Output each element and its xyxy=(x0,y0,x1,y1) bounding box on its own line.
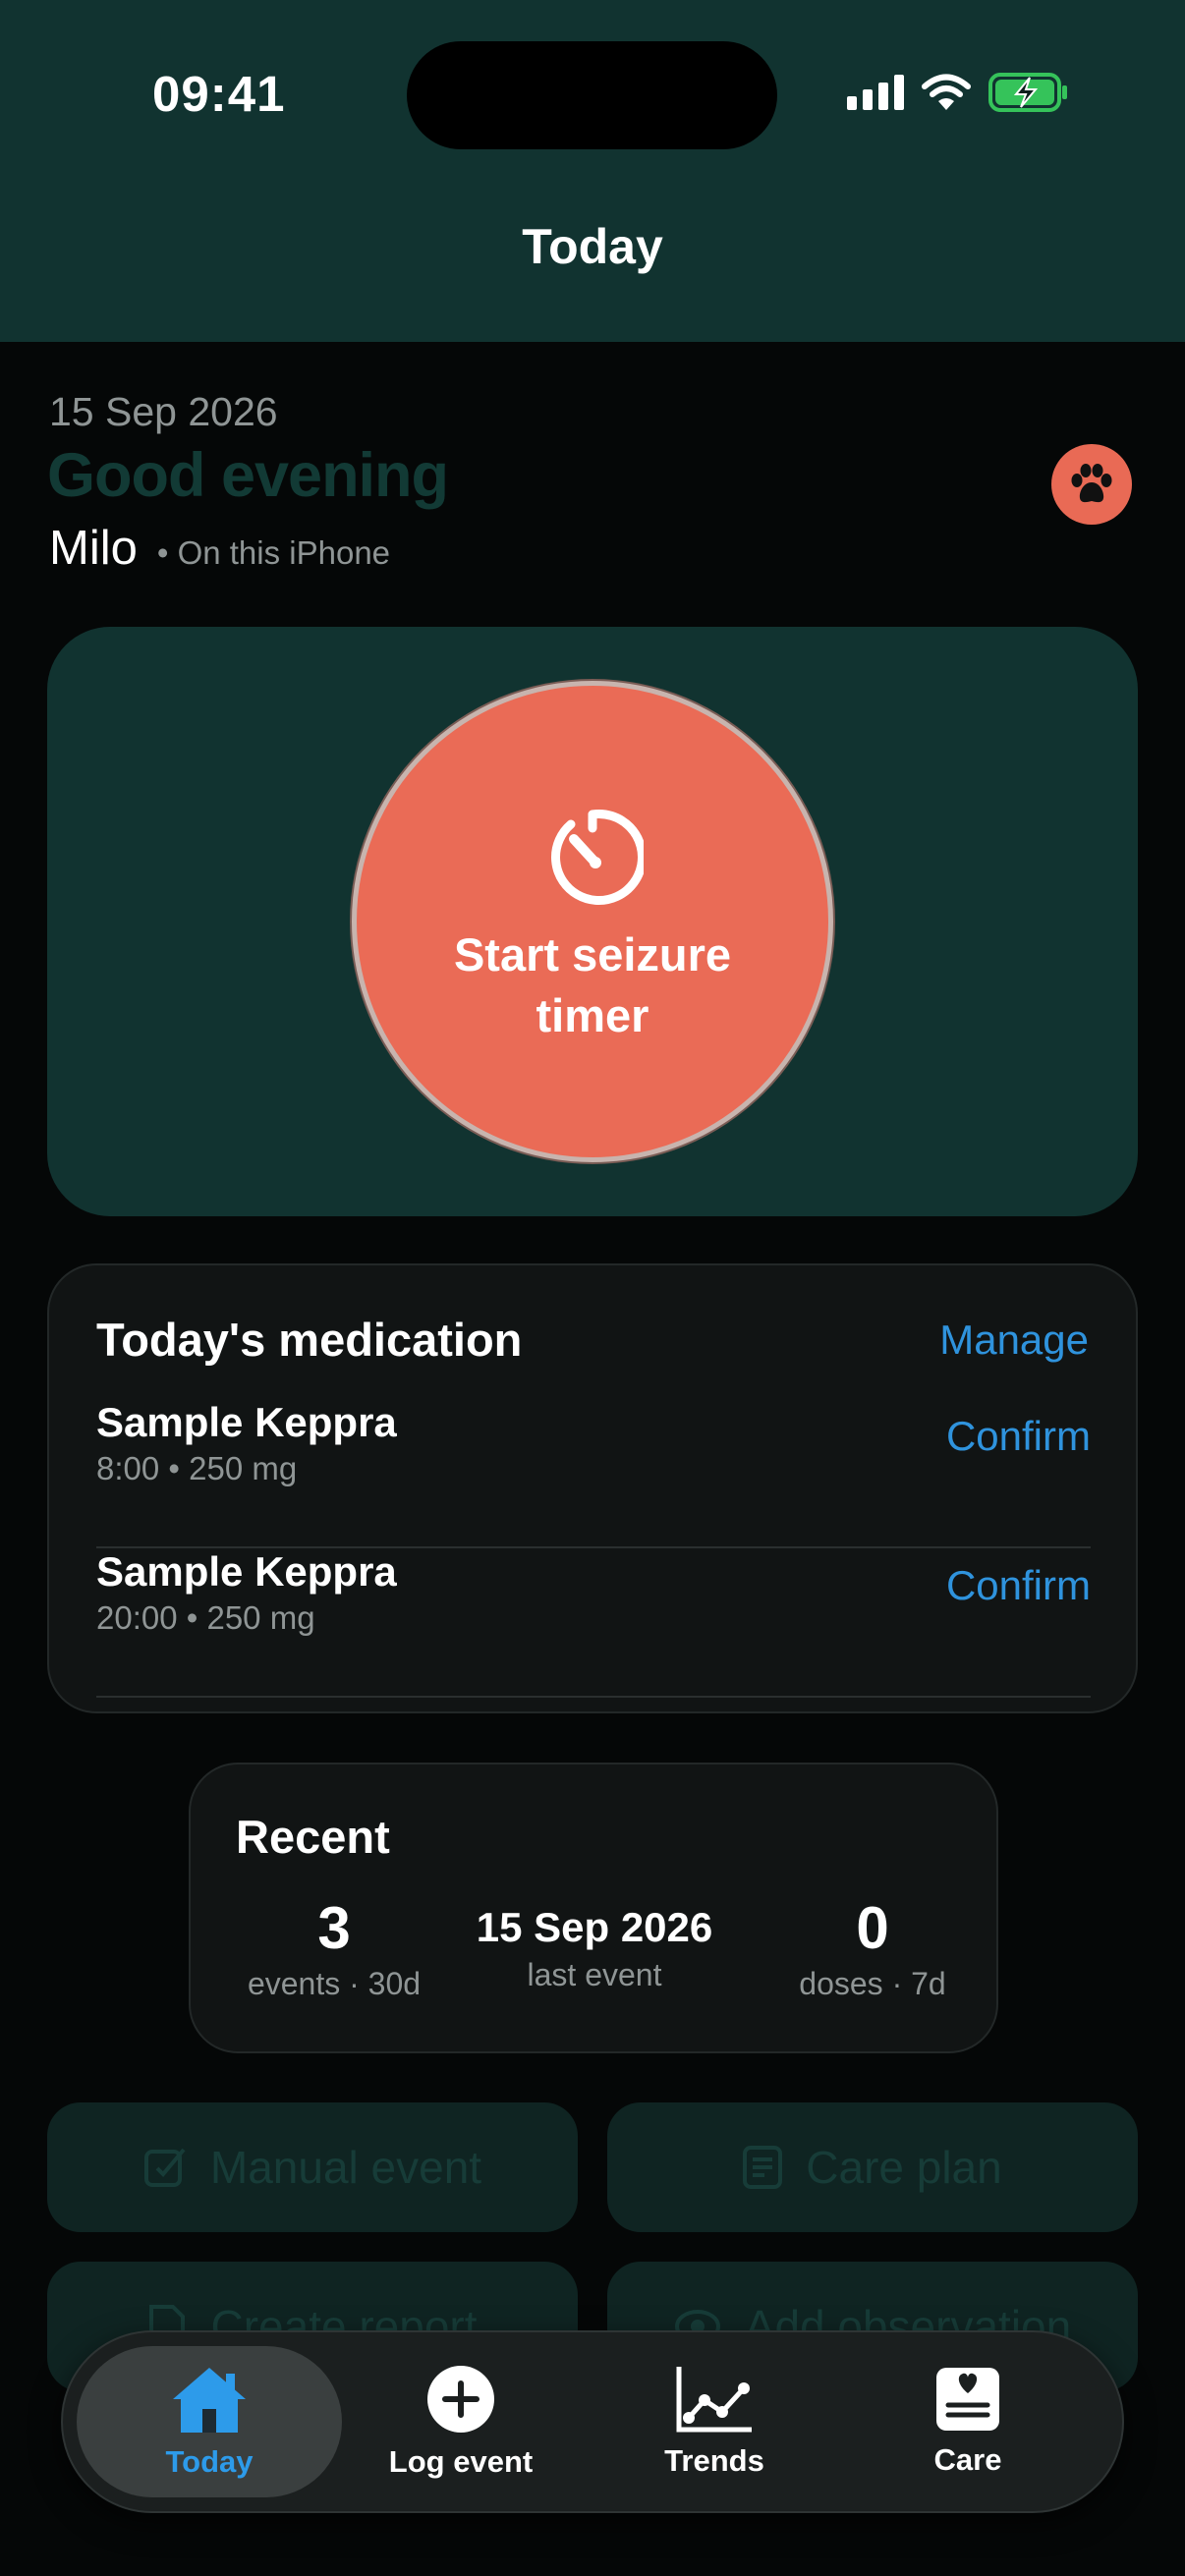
document-icon xyxy=(743,2146,783,2189)
stat-label: events · 30d xyxy=(247,1966,422,2001)
medication-card: Today's medication Manage Sample Keppra … xyxy=(47,1263,1138,1713)
manage-medication-link[interactable]: Manage xyxy=(939,1316,1089,1364)
manual-event-button[interactable]: Manual event xyxy=(47,2102,578,2232)
pet-name: Milo xyxy=(49,522,138,575)
chart-line-icon xyxy=(676,2367,752,2433)
stat-last-event: 15 Sep 2026 last event xyxy=(462,1894,727,1993)
tab-bar: Today Log event Trends Care xyxy=(61,2330,1124,2513)
greeting-text: Good evening xyxy=(47,441,449,510)
dynamic-island xyxy=(407,41,777,149)
tab-trends[interactable]: Trends xyxy=(582,2346,847,2497)
care-card-icon xyxy=(936,2368,999,2431)
medication-schedule: 20:00 • 250 mg xyxy=(96,1599,315,1636)
tab-label: Care xyxy=(933,2442,1002,2477)
battery-charging-icon xyxy=(988,73,1067,112)
wifi-icon xyxy=(922,74,971,110)
medication-row: Sample Keppra 20:00 • 250 mg Confirm xyxy=(96,1548,1091,1698)
stopwatch-icon xyxy=(551,810,644,905)
status-icons xyxy=(847,73,1069,112)
house-icon xyxy=(173,2368,246,2433)
medication-title: Today's medication xyxy=(96,1314,523,1366)
timer-button-label: Start seizure timer xyxy=(453,928,732,1041)
tab-label: Trends xyxy=(664,2443,764,2478)
tab-label: Today xyxy=(165,2444,254,2479)
stat-label: last event xyxy=(527,1957,662,1992)
care-plan-button[interactable]: Care plan xyxy=(607,2102,1138,2232)
stat-value: 3 xyxy=(317,1895,351,1961)
plus-circle-icon xyxy=(427,2366,494,2433)
medication-name: Sample Keppra xyxy=(96,1399,397,1445)
page-title: Today xyxy=(522,219,663,274)
paw-icon xyxy=(1071,464,1112,503)
recent-title: Recent xyxy=(236,1811,390,1863)
signal-icon xyxy=(847,75,904,110)
stat-label: doses · 7d xyxy=(799,1966,946,2001)
stat-value: 15 Sep 2026 xyxy=(476,1904,713,1950)
stat-events: 3 events · 30d xyxy=(236,1894,432,2002)
pet-avatar-button[interactable] xyxy=(1051,444,1132,525)
confirm-dose-button[interactable]: Confirm xyxy=(946,1562,1091,1609)
medication-row: Sample Keppra 8:00 • 250 mg Confirm xyxy=(96,1399,1091,1548)
tab-label: Log event xyxy=(388,2444,534,2479)
start-seizure-timer-button[interactable]: Start seizure timer xyxy=(352,681,833,1162)
medication-schedule: 8:00 • 250 mg xyxy=(96,1450,298,1486)
edit-checkbox-icon xyxy=(143,2148,186,2187)
pet-storage-location: • On this iPhone xyxy=(156,534,391,571)
confirm-dose-button[interactable]: Confirm xyxy=(946,1413,1091,1460)
tab-care[interactable]: Care xyxy=(835,2346,1100,2497)
current-date: 15 Sep 2026 xyxy=(49,389,278,434)
manual-event-label: Manual event xyxy=(209,2142,482,2193)
medication-name: Sample Keppra xyxy=(96,1548,397,1595)
care-plan-label: Care plan xyxy=(806,2142,1002,2193)
pet-info: Milo • On this iPhone xyxy=(49,521,390,576)
recent-summary-card: Recent 3 events · 30d 15 Sep 2026 last e… xyxy=(189,1763,998,2053)
tab-log-event[interactable]: Log event xyxy=(328,2346,593,2497)
status-time: 09:41 xyxy=(152,66,286,122)
stat-doses: 0 doses · 7d xyxy=(784,1894,961,2002)
stat-value: 0 xyxy=(856,1895,889,1961)
tab-today[interactable]: Today xyxy=(77,2346,342,2497)
header-bar: 09:41 Today xyxy=(0,0,1185,342)
